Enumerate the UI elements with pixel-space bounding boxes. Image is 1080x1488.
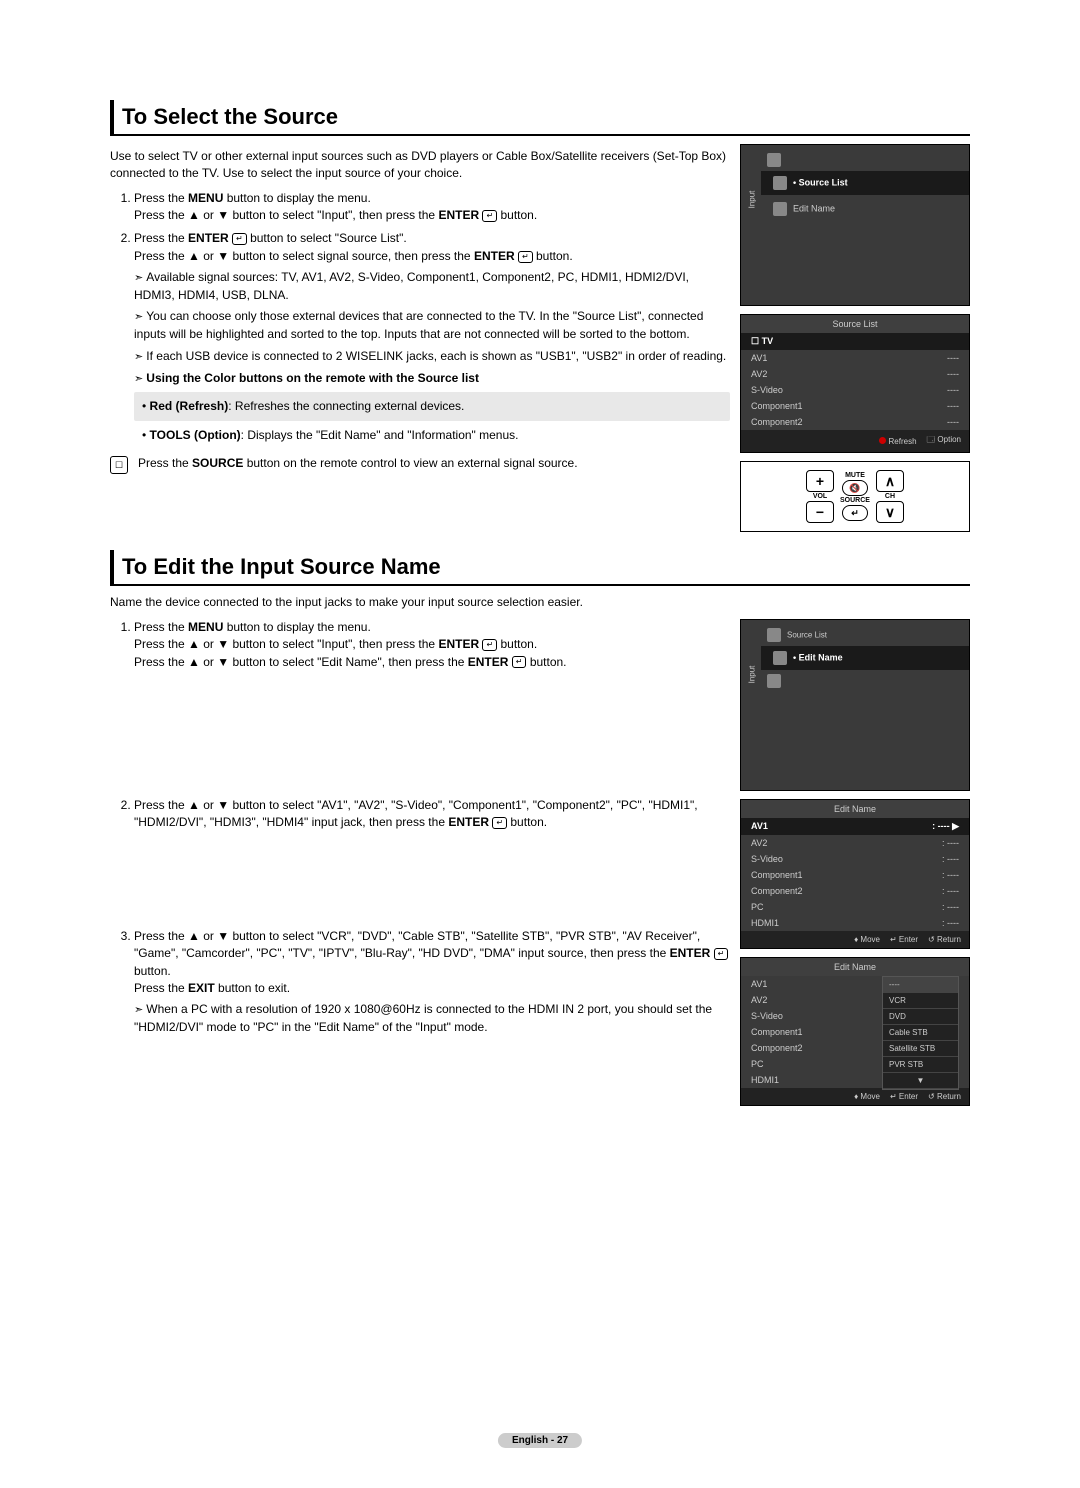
osd-edit-name-list: Edit Name AV1: ---- ▶ AV2: ---- S-Video:… xyxy=(740,799,970,949)
enter-icon: ↵ xyxy=(512,656,527,668)
remote-diagram: +VOL− MUTE🔇SOURCE↵ ∧CH∨ xyxy=(740,461,970,532)
enter-icon: ↵ xyxy=(232,233,247,245)
s2-step1: Press the MENU button to display the men… xyxy=(134,619,730,791)
vol-up-button[interactable]: + xyxy=(806,470,834,492)
enter-icon: ↵ xyxy=(482,210,497,222)
enter-icon: ↵ xyxy=(482,639,497,651)
enter-icon: ↵ xyxy=(518,251,533,263)
s1-sub2: You can choose only those external devic… xyxy=(134,308,730,343)
s1-note: Press the SOURCE button on the remote co… xyxy=(138,456,578,474)
vol-down-button[interactable]: − xyxy=(806,501,834,523)
s2-sub1: When a PC with a resolution of 1920 x 10… xyxy=(134,1001,730,1036)
section2-intro: Name the device connected to the input j… xyxy=(110,594,970,611)
section1-intro: Use to select TV or other external input… xyxy=(110,148,730,182)
enter-icon: ↵ xyxy=(492,817,507,829)
remote-note-icon: ☐ xyxy=(110,456,128,474)
input-icon xyxy=(773,651,787,665)
gear-icon xyxy=(767,153,781,167)
page-number: English - 27 xyxy=(498,1433,582,1448)
osd-edit-name-popup: Edit Name AV1 AV2 S-Video Component1 Com… xyxy=(740,957,970,1106)
osd-input-menu: Input • Source List Edit Name xyxy=(740,144,970,306)
enter-icon: ↵ xyxy=(714,948,729,960)
s1-sub4: Using the Color buttons on the remote wi… xyxy=(134,370,730,447)
input-icon xyxy=(773,176,787,190)
tv-icon xyxy=(767,674,781,688)
ch-down-button[interactable]: ∨ xyxy=(876,501,904,523)
s1-sub3: If each USB device is connected to 2 WIS… xyxy=(134,348,730,366)
s1-sub1: Available signal sources: TV, AV1, AV2, … xyxy=(134,269,730,304)
section2-title: To Edit the Input Source Name xyxy=(110,550,970,586)
s1-step2: Press the ENTER ↵ button to select "Sour… xyxy=(134,230,730,446)
gear-icon xyxy=(767,628,781,642)
source-name-dropdown[interactable]: ---- VCR DVD Cable STB Satellite STB PVR… xyxy=(882,976,959,1090)
s1-step1: Press the MENU button to display the men… xyxy=(134,190,730,225)
section1-title: To Select the Source xyxy=(110,100,970,136)
mute-button[interactable]: 🔇 xyxy=(842,480,868,496)
s2-step2: Press the ▲ or ▼ button to select "AV1",… xyxy=(134,797,730,922)
ch-up-button[interactable]: ∧ xyxy=(876,470,904,492)
osd-edit-name-menu: Input Source List • Edit Name xyxy=(740,619,970,791)
source-button[interactable]: ↵ xyxy=(842,505,868,521)
tv-icon xyxy=(773,202,787,216)
s2-step3: Press the ▲ or ▼ button to select "VCR",… xyxy=(134,928,730,1037)
osd-source-list: Source List ☐ TV AV1---- AV2---- S-Video… xyxy=(740,314,970,453)
